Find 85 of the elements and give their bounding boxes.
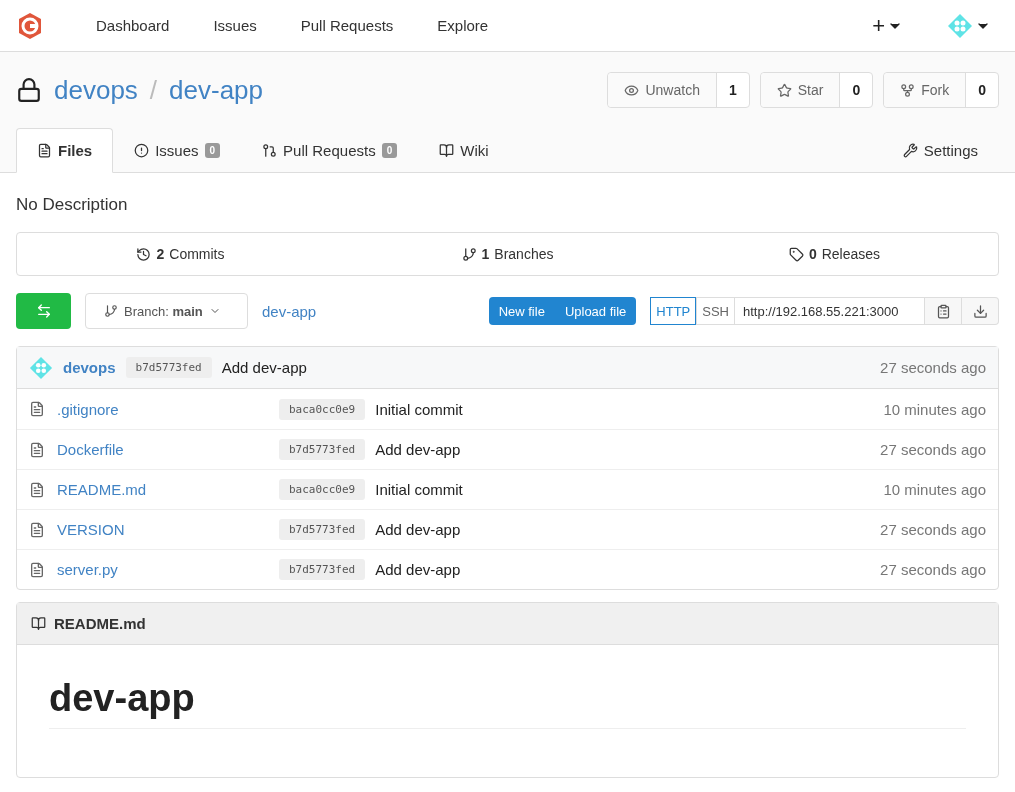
protocol-button[interactable]: SSH <box>696 297 735 325</box>
path-separator: / <box>149 74 158 106</box>
count-badge: 0 <box>381 143 398 158</box>
commit-message: Add dev-app <box>375 441 461 458</box>
branch-dropdown[interactable]: Branch: main <box>85 293 248 329</box>
commit-message: Initial commit <box>375 481 463 498</box>
stat-link[interactable]: 2 Commits <box>17 233 344 275</box>
watch-count[interactable]: 1 <box>716 73 749 107</box>
author-link[interactable]: devops <box>63 359 116 376</box>
file-link[interactable]: server.py <box>57 561 118 578</box>
fork-count[interactable]: 0 <box>966 73 998 107</box>
commit-sha[interactable]: baca0cc0e9 <box>279 479 366 500</box>
repo-description: No Description <box>16 195 129 215</box>
commit-time: 10 minutes ago <box>883 400 986 418</box>
repo-tab[interactable]: Issues 0 <box>113 128 242 173</box>
repo-tab[interactable]: Wiki <box>418 128 510 173</box>
file-link[interactable]: .gitignore <box>57 400 119 418</box>
commit-time: 27 seconds ago <box>880 561 986 578</box>
watch-button[interactable]: Unwatch <box>608 73 717 107</box>
commit-message: Add dev-app <box>375 561 461 578</box>
compare-button[interactable] <box>16 293 71 329</box>
download-icon <box>972 303 988 319</box>
document-icon <box>37 143 52 158</box>
branch-icon <box>461 246 477 262</box>
path-link[interactable]: dev-app <box>262 302 317 320</box>
file-icon <box>29 481 45 498</box>
nav-link[interactable]: Issues <box>195 17 275 34</box>
file-action-button[interactable]: Upload file <box>554 297 637 325</box>
readme-heading: dev-app <box>49 677 966 729</box>
owner-link[interactable]: devops <box>54 74 138 106</box>
readme-filename: README.md <box>54 615 146 632</box>
book-icon <box>439 143 455 158</box>
commit-message: Add dev-app <box>375 521 461 538</box>
commit-time: 27 seconds ago <box>880 441 986 458</box>
commit-sha[interactable]: b7d5773fed <box>125 357 212 378</box>
logo-icon[interactable] <box>16 11 44 40</box>
file-link[interactable]: Dockerfile <box>57 441 124 458</box>
commit-sha[interactable]: b7d5773fed <box>279 519 366 540</box>
file-icon <box>29 521 45 538</box>
pull-request-icon <box>262 143 278 158</box>
file-link[interactable]: VERSION <box>57 521 125 538</box>
history-icon <box>136 246 152 262</box>
file-icon <box>29 561 45 578</box>
nav-link[interactable]: Dashboard <box>78 17 188 34</box>
compare-icon <box>35 303 52 319</box>
book-icon <box>31 616 46 631</box>
fork-button[interactable]: Fork <box>884 73 967 107</box>
stat-link[interactable]: 0 Releases <box>671 233 998 275</box>
repo-tab[interactable]: Settings <box>881 128 999 173</box>
star-count[interactable]: 0 <box>840 73 873 107</box>
commit-message: Add dev-app <box>221 359 307 376</box>
star-button[interactable]: Star <box>760 73 841 107</box>
branch-icon <box>104 304 118 318</box>
create-menu-button[interactable]: + <box>864 12 911 39</box>
protocol-button[interactable]: HTTP <box>650 297 697 325</box>
commit-sha[interactable]: baca0cc0e9 <box>279 398 366 420</box>
commit-sha[interactable]: b7d5773fed <box>279 559 366 580</box>
commit-time: 27 seconds ago <box>880 359 986 376</box>
repo-tab[interactable]: Files <box>16 128 114 173</box>
commit-time: 27 seconds ago <box>880 521 986 538</box>
clone-url-field[interactable]: http://192.168.55.221:3000 <box>735 297 925 325</box>
file-icon <box>29 441 45 458</box>
nav-link[interactable]: Pull Requests <box>282 17 412 34</box>
eye-icon <box>624 82 640 98</box>
count-badge: 0 <box>204 143 221 158</box>
clipboard-icon <box>935 303 951 319</box>
fork-icon <box>900 82 916 98</box>
download-button[interactable] <box>962 297 999 325</box>
tag-icon <box>788 246 804 262</box>
commit-sha[interactable]: b7d5773fed <box>279 439 366 460</box>
file-link[interactable]: README.md <box>57 481 147 498</box>
author-avatar-icon <box>29 355 53 380</box>
avatar-icon <box>947 12 973 39</box>
repo-link[interactable]: dev-app <box>169 74 264 106</box>
star-icon <box>776 82 792 98</box>
nav-link[interactable]: Explore <box>419 17 507 34</box>
wrench-icon <box>902 143 918 158</box>
commit-time: 10 minutes ago <box>883 481 986 498</box>
file-action-button[interactable]: New file <box>488 297 555 325</box>
repo-tab[interactable]: Pull Requests 0 <box>241 128 419 173</box>
stat-link[interactable]: 1 Branches <box>344 233 671 275</box>
copy-button[interactable] <box>925 297 962 325</box>
alert-icon <box>134 143 150 158</box>
commit-message: Initial commit <box>375 400 463 418</box>
file-icon <box>29 401 45 417</box>
